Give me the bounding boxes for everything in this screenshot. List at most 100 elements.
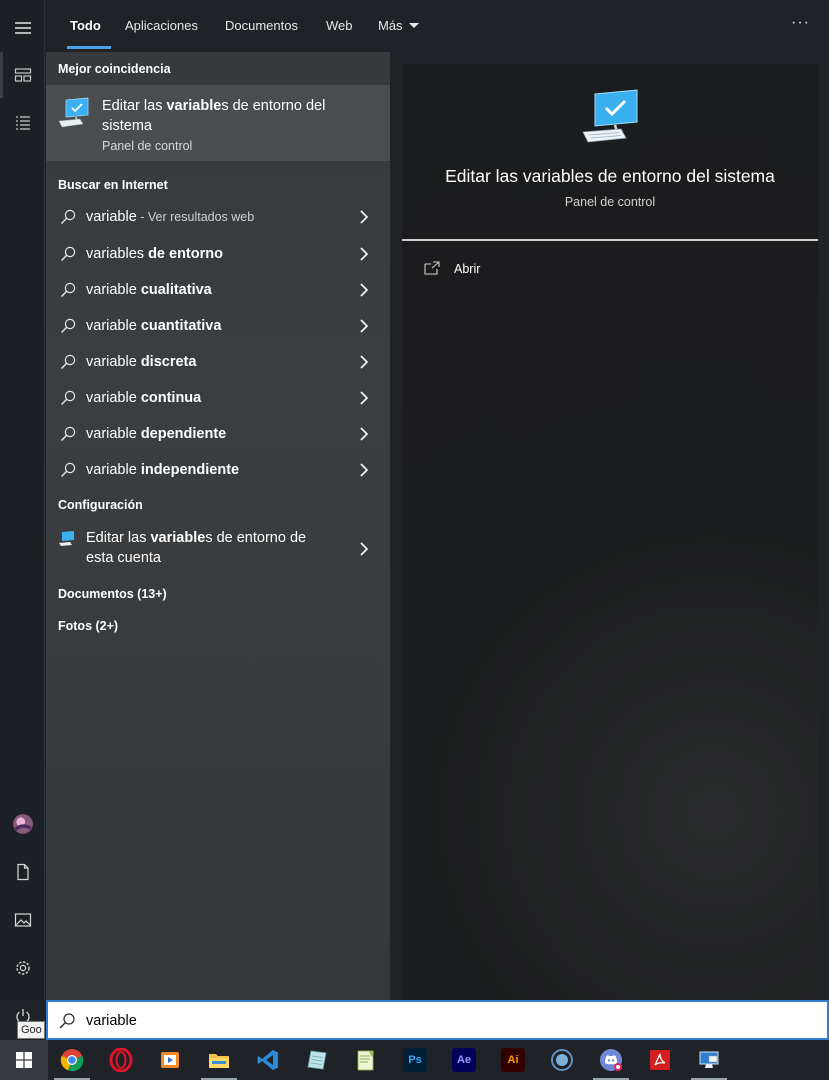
chevron-right-icon[interactable] bbox=[359, 319, 369, 333]
web-suggestion-row[interactable]: variable - Ver resultados web bbox=[46, 200, 390, 236]
document-icon[interactable] bbox=[0, 850, 45, 894]
title-highlight: variable bbox=[150, 530, 206, 546]
web-suggestion-row[interactable]: variable independiente bbox=[46, 453, 390, 489]
taskbar-app-remote-desktop[interactable] bbox=[685, 1040, 733, 1080]
taskbar-app-chrome[interactable] bbox=[48, 1040, 96, 1080]
open-label: Abrir bbox=[454, 262, 481, 276]
suggestion-text: variable continua bbox=[86, 390, 201, 406]
user-avatar[interactable] bbox=[0, 802, 45, 846]
taskbar-app-illustrator[interactable]: Ai bbox=[489, 1040, 537, 1080]
app-label: Ps bbox=[408, 1054, 422, 1066]
computer-settings-icon bbox=[59, 531, 74, 546]
title-highlight: variable bbox=[166, 98, 222, 114]
tab-apps[interactable]: Aplicaciones bbox=[125, 17, 198, 37]
suggestion-completion: dependiente bbox=[140, 426, 227, 442]
chevron-right-icon[interactable] bbox=[359, 247, 369, 261]
tab-web[interactable]: Web bbox=[326, 17, 353, 37]
search-icon bbox=[61, 318, 76, 333]
title-part: Editar las bbox=[86, 530, 151, 546]
settings-gear-icon[interactable] bbox=[0, 946, 45, 990]
media-player-icon bbox=[158, 1048, 182, 1072]
settings-result-title: Editar las variables de entorno de esta … bbox=[86, 528, 336, 568]
filter-tab-bar: Todo Aplicaciones Documentos Web Más ··· bbox=[45, 0, 829, 52]
web-suggestion-row[interactable]: variable cuantitativa bbox=[46, 309, 390, 345]
ellipsis-icon[interactable]: ··· bbox=[791, 14, 810, 32]
suggestion-query: variable bbox=[86, 318, 141, 334]
suggestion-query: variable bbox=[86, 462, 141, 478]
suggestion-query: variable bbox=[86, 209, 137, 225]
title-part: Editar las bbox=[102, 98, 167, 114]
search-icon bbox=[61, 282, 76, 297]
suggestion-query: variable bbox=[86, 390, 141, 406]
search-icon bbox=[61, 209, 76, 224]
taskbar-app-notepad-plus[interactable] bbox=[342, 1040, 390, 1080]
hamburger-menu-icon[interactable] bbox=[0, 6, 45, 50]
chrome-icon bbox=[60, 1048, 84, 1072]
home-grid-icon[interactable] bbox=[0, 53, 45, 97]
chevron-right-icon[interactable] bbox=[359, 463, 369, 477]
web-suggestion-row[interactable]: variable discreta bbox=[46, 345, 390, 381]
search-box[interactable] bbox=[46, 1000, 829, 1040]
photoshop-icon: Ps bbox=[403, 1048, 427, 1072]
web-search-header: Buscar en Internet bbox=[58, 178, 168, 192]
suggestion-completion: cualitativa bbox=[140, 282, 212, 298]
illustrator-icon: Ai bbox=[501, 1048, 525, 1072]
preview-divider bbox=[402, 239, 818, 241]
documents-header[interactable]: Documentos (13+) bbox=[58, 587, 167, 601]
tab-more[interactable]: Más bbox=[378, 17, 419, 37]
taskbar-app-photoshop[interactable]: Ps bbox=[391, 1040, 439, 1080]
computer-settings-icon bbox=[58, 97, 89, 128]
search-icon bbox=[61, 390, 76, 405]
web-suggestion-row[interactable]: variables de entorno bbox=[46, 237, 390, 273]
tab-all[interactable]: Todo bbox=[70, 17, 101, 37]
taskbar-app-circle-app[interactable] bbox=[538, 1040, 586, 1080]
start-button[interactable] bbox=[0, 1040, 48, 1080]
search-input[interactable] bbox=[86, 1010, 786, 1032]
chevron-right-icon[interactable] bbox=[359, 542, 369, 556]
discord-icon bbox=[599, 1048, 623, 1072]
best-match-header: Mejor coincidencia bbox=[58, 62, 171, 76]
acrobat-icon bbox=[648, 1048, 672, 1072]
suggestion-text: variable cuantitativa bbox=[86, 318, 221, 334]
opera-icon bbox=[109, 1048, 133, 1072]
chevron-right-icon[interactable] bbox=[359, 283, 369, 297]
best-match-result[interactable]: Editar las variables de entorno del sist… bbox=[46, 85, 390, 161]
taskbar-app-file-explorer[interactable] bbox=[195, 1040, 243, 1080]
documents-list-icon[interactable] bbox=[0, 101, 45, 145]
taskbar-app-vscode[interactable] bbox=[244, 1040, 292, 1080]
search-icon bbox=[61, 246, 76, 261]
pictures-icon[interactable] bbox=[0, 898, 45, 942]
chevron-right-icon[interactable] bbox=[359, 427, 369, 441]
taskbar-app-opera[interactable] bbox=[97, 1040, 145, 1080]
taskbar-app-after-effects[interactable]: Ae bbox=[440, 1040, 488, 1080]
taskbar-app-media-player[interactable] bbox=[146, 1040, 194, 1080]
photos-header[interactable]: Fotos (2+) bbox=[58, 619, 118, 633]
taskbar-app-acrobat[interactable] bbox=[636, 1040, 684, 1080]
web-suggestion-row[interactable]: variable continua bbox=[46, 381, 390, 417]
circle-app-icon bbox=[550, 1048, 574, 1072]
suggestion-text: variables de entorno bbox=[86, 246, 223, 262]
active-tab-underline bbox=[67, 46, 111, 49]
app-label: Ai bbox=[507, 1054, 519, 1066]
suggestion-query: variable bbox=[86, 354, 141, 370]
web-suggestion-row[interactable]: variable dependiente bbox=[46, 417, 390, 453]
open-external-icon bbox=[424, 261, 440, 275]
suggestion-completion: independiente bbox=[140, 462, 240, 478]
suggestion-completion: cuantitativa bbox=[140, 318, 222, 334]
suggestion-hint: - Ver resultados web bbox=[136, 210, 255, 224]
computer-settings-icon bbox=[582, 89, 638, 143]
preview-subtitle: Panel de control bbox=[564, 195, 656, 209]
tab-documents[interactable]: Documentos bbox=[225, 17, 298, 37]
app-label: Ae bbox=[456, 1054, 472, 1066]
settings-header: Configuración bbox=[58, 498, 143, 512]
chevron-right-icon[interactable] bbox=[359, 355, 369, 369]
windows-logo-icon bbox=[16, 1052, 32, 1068]
taskbar-app-discord[interactable] bbox=[587, 1040, 635, 1080]
chevron-right-icon[interactable] bbox=[359, 391, 369, 405]
settings-result[interactable]: Editar las variables de entorno de esta … bbox=[46, 524, 390, 572]
suggestion-text: variable cualitativa bbox=[86, 282, 212, 298]
chevron-right-icon[interactable] bbox=[359, 210, 369, 224]
notes-app-icon bbox=[305, 1048, 329, 1072]
taskbar-app-notes-app[interactable] bbox=[293, 1040, 341, 1080]
web-suggestion-row[interactable]: variable cualitativa bbox=[46, 273, 390, 309]
